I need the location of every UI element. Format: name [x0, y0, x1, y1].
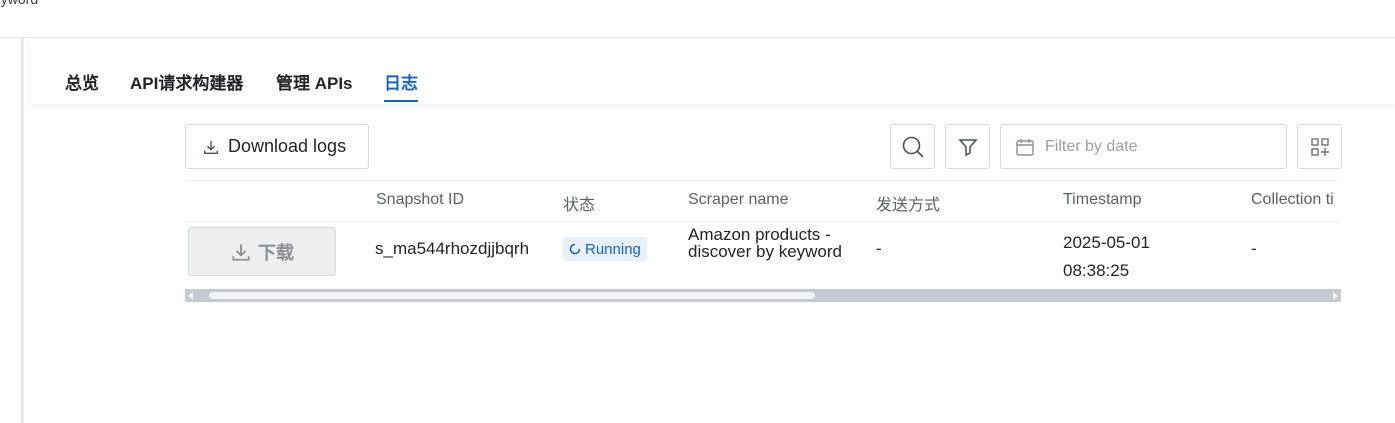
- column-header-snapshot-id[interactable]: Snapshot ID: [376, 191, 464, 209]
- filter-button[interactable]: [945, 124, 990, 169]
- snapshot-id-cell: s_ma544rhozdjjbqrh: [375, 239, 530, 258]
- collection-time-cell: -: [1251, 239, 1257, 258]
- tab-bar: 总览 API请求构建器 管理 APIs 日志: [30, 39, 1395, 104]
- tab-logs[interactable]: 日志: [384, 69, 418, 102]
- row-download-label: 下载: [258, 242, 294, 263]
- download-icon: [204, 140, 218, 154]
- column-header-send-method[interactable]: 发送方式: [876, 191, 940, 215]
- scraper-name-cell: Amazon products - discover by keyword: [688, 225, 843, 261]
- download-logs-button[interactable]: Download logs: [185, 124, 369, 169]
- timestamp-date: 2025-05-01: [1063, 233, 1150, 252]
- filter-icon: [957, 138, 978, 156]
- column-settings-button[interactable]: [1297, 124, 1342, 169]
- scroll-right-arrow-icon[interactable]: [1329, 289, 1341, 302]
- date-filter-input[interactable]: [1045, 137, 1265, 156]
- timestamp-cell: 2025-05-01 08:38:25: [1063, 229, 1150, 285]
- tab-manage-apis[interactable]: 管理 APIs: [276, 69, 353, 100]
- search-icon: [902, 136, 924, 158]
- column-header-timestamp[interactable]: Timestamp: [1063, 191, 1142, 209]
- column-header-status[interactable]: 状态: [563, 191, 595, 215]
- tab-api-request-builder[interactable]: API请求构建器: [130, 69, 243, 100]
- status-label: Running: [585, 240, 641, 258]
- breadcrumb: keyword: [0, 0, 38, 7]
- timestamp-time: 08:38:25: [1063, 261, 1130, 280]
- download-icon: [232, 243, 250, 261]
- column-settings-icon: [1310, 137, 1329, 156]
- spinner-icon: [569, 243, 581, 255]
- logs-table: Snapshot ID 状态 Scraper name 发送方式 Timesta…: [185, 180, 1341, 302]
- date-filter-field[interactable]: [1000, 124, 1287, 169]
- left-sidebar-rail: [0, 38, 24, 423]
- row-download-button[interactable]: 下载: [188, 227, 336, 276]
- status-badge: Running: [563, 237, 647, 261]
- column-header-collection-time[interactable]: Collection ti: [1251, 191, 1334, 209]
- send-method-cell: -: [876, 239, 882, 258]
- calendar-icon: [1016, 138, 1034, 156]
- scrollbar-thumb[interactable]: [209, 292, 815, 299]
- download-logs-label: Download logs: [228, 136, 347, 156]
- tab-overview[interactable]: 总览: [65, 69, 99, 100]
- horizontal-scrollbar[interactable]: [185, 289, 1341, 302]
- scroll-left-arrow-icon[interactable]: [185, 289, 197, 302]
- column-header-scraper-name[interactable]: Scraper name: [688, 191, 789, 209]
- header-divider: [185, 221, 1341, 222]
- search-button[interactable]: [890, 124, 935, 169]
- top-header: keyword: [0, 0, 1395, 38]
